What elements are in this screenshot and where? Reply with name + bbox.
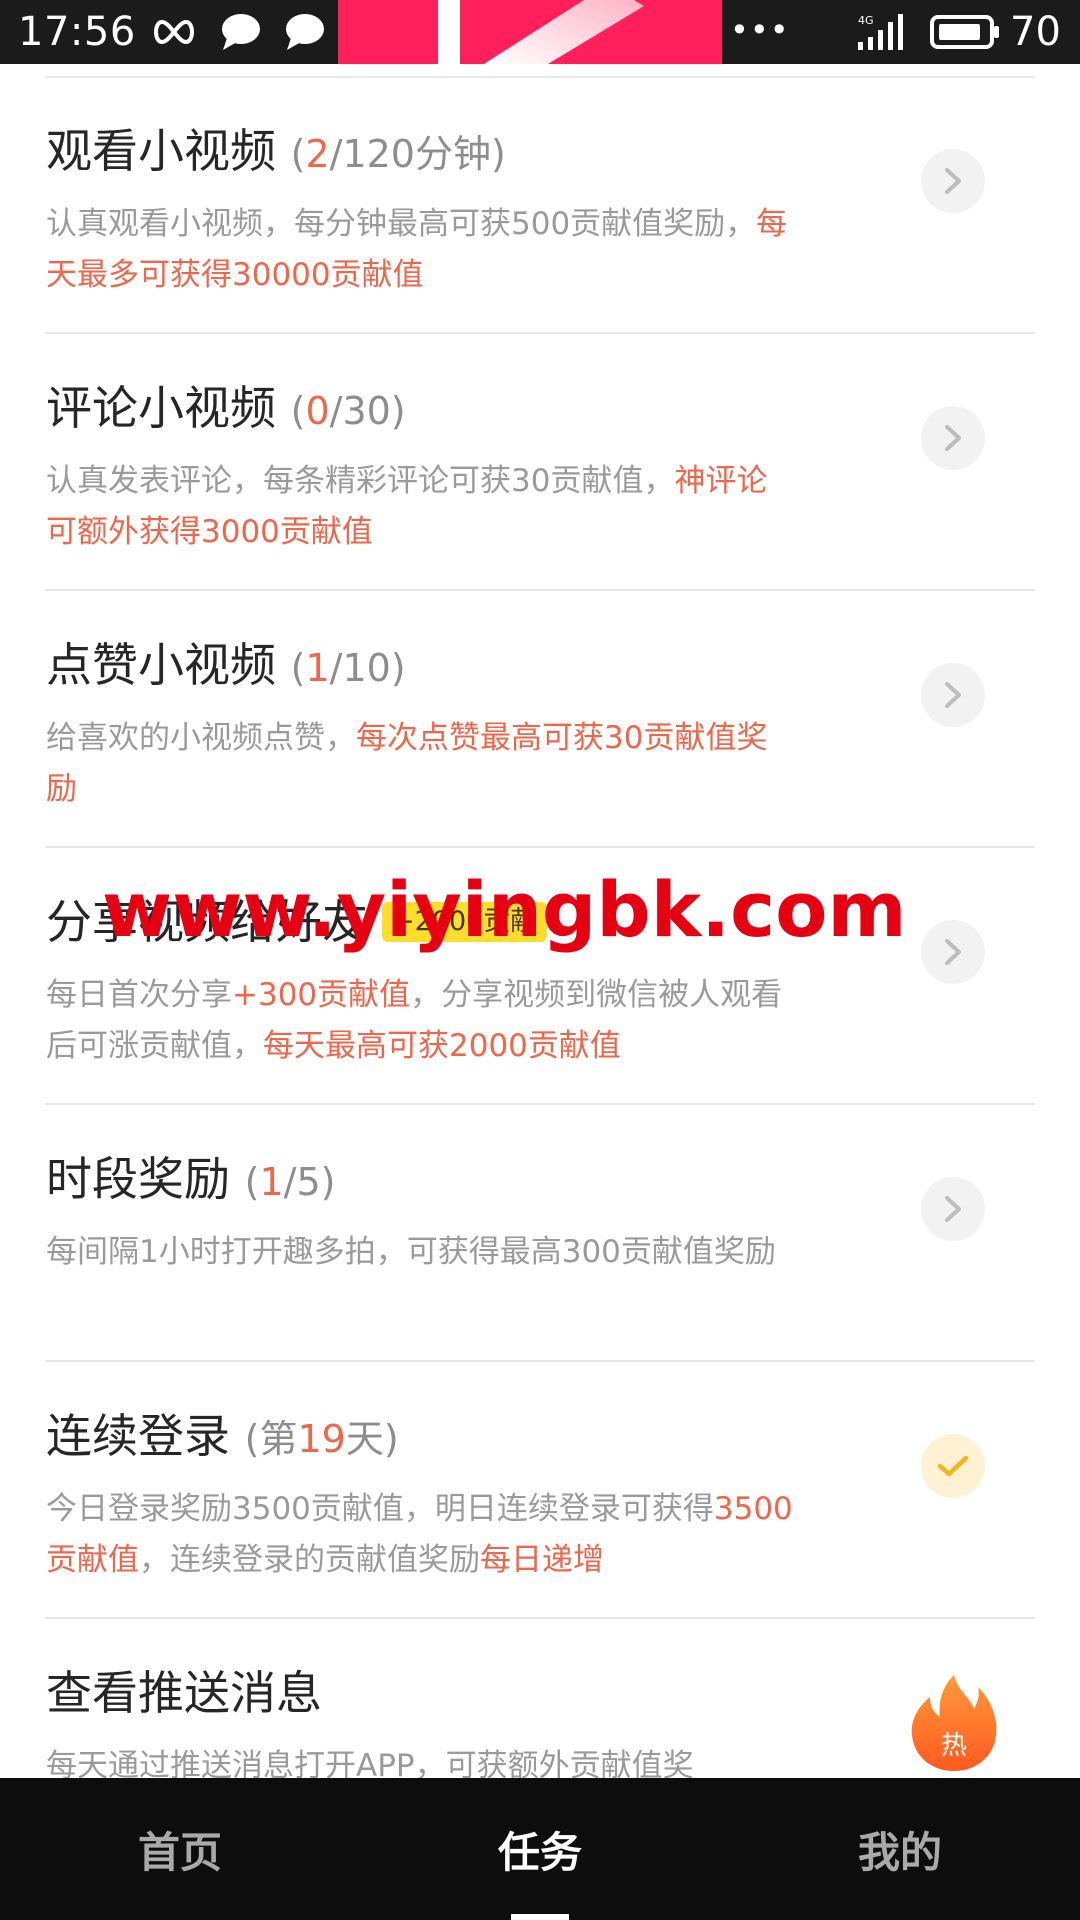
task-title: 时段奖励 (1/5) [46, 1149, 335, 1212]
chevron-right-icon [945, 682, 961, 708]
battery-icon [930, 10, 1002, 54]
task-title: 评论小视频 (0/30) [46, 378, 406, 441]
nav-tab-home[interactable]: 首页 [0, 1778, 360, 1920]
chevron-right-button[interactable] [921, 920, 985, 984]
chevron-right-button[interactable] [921, 406, 985, 470]
task-description: 认真发表评论，每条精彩评论可获30贡献值，神评论可额外获得3000贡献值 [46, 463, 768, 550]
task-progress: (第19天) [244, 1417, 399, 1461]
task-progress: (1/10) [290, 646, 406, 690]
task-description: 给喜欢的小视频点赞，每次点赞最高可获30贡献值奖励 [46, 720, 768, 807]
task-title: 观看小视频 (2/120分钟) [46, 121, 506, 184]
task-description: 认真观看小视频，每分钟最高可获500贡献值奖励，每天最多可获得30000贡献值 [46, 206, 788, 293]
chevron-right-icon [945, 425, 961, 451]
chevron-right-icon [945, 939, 961, 965]
task-list: 观看小视频 (2/120分钟) 认真观看小视频，每分钟最高可获500贡献值奖励，… [0, 64, 1080, 1778]
check-icon [937, 1455, 969, 1477]
chevron-right-button[interactable] [921, 663, 985, 727]
completed-check-button[interactable] [921, 1434, 985, 1498]
active-tab-indicator [511, 1914, 569, 1920]
bottom-navigation: 首页 任务 我的 [0, 1778, 1080, 1920]
nav-tab-mine[interactable]: 我的 [720, 1778, 1080, 1920]
signal-icon: 4G [856, 10, 912, 54]
task-title-text: 点赞小视频 [46, 638, 276, 692]
chevron-right-icon [945, 1196, 961, 1222]
brand-logo [338, 0, 722, 64]
chat-bubble-icon [280, 10, 328, 54]
task-title: 点赞小视频 (1/10) [46, 635, 406, 698]
task-item-watch-video[interactable]: 观看小视频 (2/120分钟) 认真观看小视频，每分钟最高可获500贡献值奖励，… [0, 77, 1080, 334]
task-progress: (2/120分钟) [290, 132, 506, 176]
chat-bubble-icon [216, 10, 264, 54]
task-title-text: 查看推送消息 [46, 1666, 322, 1720]
task-description: 每日首次分享+300贡献值，分享视频到微信被人观看后可涨贡献值，每天最高可获20… [46, 977, 783, 1064]
task-progress: (0/30) [290, 389, 406, 433]
task-title-text: 观看小视频 [46, 124, 276, 178]
task-progress: (1/5) [244, 1160, 336, 1204]
watermark-text: www.yiyingbk.com [102, 865, 907, 954]
infinity-icon [148, 10, 200, 54]
chevron-right-button[interactable] [921, 149, 985, 213]
task-item-time-reward[interactable]: 时段奖励 (1/5) 每间隔1小时打开趣多拍，可获得最高300贡献值奖励 [0, 1105, 1080, 1362]
task-item-push-message[interactable]: 查看推送消息 每天通过推送消息打开APP，可获额外贡献值奖 热 [0, 1619, 1080, 1778]
status-bar: 17:56 ••• 4G 70 [0, 0, 1080, 64]
chevron-right-button[interactable] [921, 1177, 985, 1241]
nav-tab-tasks[interactable]: 任务 [360, 1778, 720, 1920]
status-time: 17:56 [18, 9, 136, 55]
hot-label: 热 [940, 1731, 967, 1761]
hot-button[interactable]: 热 [908, 1673, 1000, 1773]
task-description: 每天通过推送消息打开APP，可获额外贡献值奖 [46, 1748, 694, 1778]
task-item-comment-video[interactable]: 评论小视频 (0/30) 认真发表评论，每条精彩评论可获30贡献值，神评论可额外… [0, 334, 1080, 591]
task-title: 查看推送消息 [46, 1663, 322, 1723]
battery-level: 70 [1010, 9, 1061, 55]
chevron-right-icon [945, 168, 961, 194]
task-description: 今日登录奖励3500贡献值，明日连续登录可获得3500贡献值，连续登录的贡献值奖… [46, 1491, 793, 1578]
network-type: 4G [858, 14, 874, 27]
task-title-text: 评论小视频 [46, 381, 276, 435]
task-title-text: 时段奖励 [46, 1152, 230, 1206]
task-description: 每间隔1小时打开趣多拍，可获得最高300贡献值奖励 [46, 1234, 776, 1270]
more-icon: ••• [730, 11, 790, 49]
task-title: 连续登录 (第19天) [46, 1406, 399, 1469]
task-item-consecutive-login[interactable]: 连续登录 (第19天) 今日登录奖励3500贡献值，明日连续登录可获得3500贡… [0, 1362, 1080, 1619]
task-item-like-video[interactable]: 点赞小视频 (1/10) 给喜欢的小视频点赞，每次点赞最高可获30贡献值奖励 [0, 591, 1080, 848]
task-title-text: 连续登录 [46, 1409, 230, 1463]
